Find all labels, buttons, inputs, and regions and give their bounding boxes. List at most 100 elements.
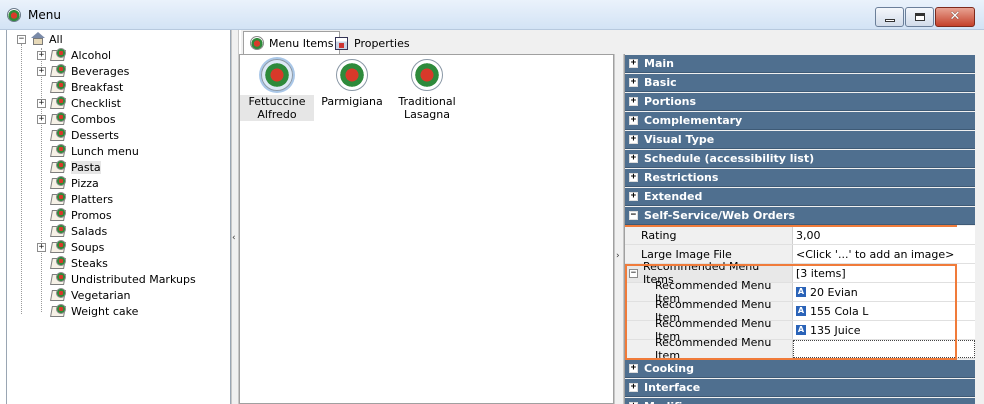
property-grid: + Main + Basic + Portions + Complementary + Visua… [624,54,984,404]
category-row[interactable]: + Basic [625,74,975,92]
property-row-rating[interactable]: Rating 3,00 [625,226,975,245]
tree-item[interactable]: Platters [37,191,113,207]
tree-item[interactable]: + Beverages [37,63,129,79]
tree-root[interactable]: − All [17,31,63,47]
tree-item[interactable]: Weight cake [37,303,138,319]
expand-icon[interactable]: + [629,116,638,125]
expand-icon[interactable]: + [629,383,638,392]
properties-icon [335,37,348,50]
expand-icon[interactable]: + [37,242,46,252]
expand-icon[interactable]: + [629,59,638,68]
menu-item[interactable]: Parmigiana [315,59,389,108]
tree-item[interactable]: + Alcohol [37,47,111,63]
menu-items-panel: Fettuccine Alfredo Parmigiana Traditiona… [239,54,614,404]
tree-item[interactable]: Promos [37,207,112,223]
menu-item-label: Fettuccine Alfredo [240,95,314,121]
tab-strip: Menu Items Properties [241,30,984,54]
expand-icon[interactable]: + [629,364,638,373]
expand-icon[interactable]: + [37,50,46,60]
expand-icon[interactable]: + [37,66,46,76]
category-row[interactable]: + Complementary [625,112,975,130]
tree-item[interactable]: Pasta [37,159,101,175]
tree-item[interactable]: + Soups [37,239,104,255]
menu-item-label: Traditional Lasagna [398,95,456,121]
category-label: Portions [644,95,697,108]
close-button[interactable]: ✕ [935,7,975,27]
category-label: Complementary [644,114,743,127]
highlight-box [625,264,957,360]
dish-icon [411,59,443,91]
tree-item[interactable]: Lunch menu [37,143,139,159]
left-splitter[interactable]: ‹ [231,30,239,404]
minimize-button[interactable] [875,7,904,27]
category-row[interactable]: + Portions [625,93,975,111]
tree-item[interactable]: Undistributed Markups [37,271,196,287]
property-value[interactable]: <Click '...' to add an image> [793,245,975,263]
menu-folder-icon [50,64,68,78]
menu-folder-icon [50,176,68,190]
minimize-icon [885,19,895,22]
collapse-right-icon[interactable]: › [616,251,620,261]
category-row[interactable]: + Schedule (accessibility list) [625,150,975,168]
expand-icon[interactable]: + [37,98,46,108]
highlight-underline [625,225,957,227]
maximize-button[interactable] [905,7,934,27]
category-row[interactable]: + Cooking [625,360,975,378]
expand-icon[interactable]: + [629,97,638,106]
collapse-icon[interactable]: − [629,211,638,220]
right-splitter[interactable]: › [614,54,624,404]
title-bar: Menu ✕ [0,0,984,30]
tree-item-label: Desserts [71,128,120,142]
menu-folder-icon [50,112,68,126]
tree-item[interactable]: Pizza [37,175,99,191]
tab-properties[interactable]: Properties [329,33,416,54]
category-row[interactable]: + Interface [625,379,975,397]
tree-item[interactable]: Salads [37,223,107,239]
tab-menu-items-label: Menu Items [269,36,334,50]
tree-item[interactable]: Breakfast [37,79,123,95]
category-row[interactable]: + Extended [625,188,975,206]
menu-items-icon [250,36,264,50]
category-label: Cooking [644,362,694,375]
category-label: Restrictions [644,171,719,184]
tree-item[interactable]: Steaks [37,255,108,271]
menu-folder-icon [50,80,68,94]
tree-item[interactable]: + Combos [37,111,116,127]
menu-item[interactable]: Fettuccine Alfredo [240,59,314,121]
menu-item[interactable]: Traditional Lasagna [390,59,464,121]
category-row[interactable]: + Visual Type [625,131,975,149]
tree-item-label: Steaks [71,256,108,270]
window-title: Menu [28,8,61,22]
tree-item-label: Undistributed Markups [71,272,196,286]
category-row[interactable]: +Modifiers [625,398,975,404]
tree-item[interactable]: Vegetarian [37,287,131,303]
category-label: Visual Type [644,133,715,146]
menu-folder-icon [50,160,68,174]
tree-item[interactable]: + Checklist [37,95,121,111]
expand-icon[interactable]: + [629,173,638,182]
collapse-left-icon[interactable]: ‹ [232,233,236,243]
category-self-service[interactable]: − Self-Service/Web Orders [625,207,975,225]
category-row[interactable]: + Restrictions [625,169,975,187]
tree-item[interactable]: Desserts [37,127,119,143]
menu-folder-icon [50,256,68,270]
tab-menu-items[interactable]: Menu Items [243,31,341,54]
tab-properties-label: Properties [354,37,410,50]
expand-icon[interactable]: + [629,192,638,201]
expand-icon[interactable]: + [37,114,46,124]
menu-folder-icon [50,48,68,62]
collapse-icon[interactable]: − [17,34,26,44]
menu-folder-icon [50,272,68,286]
property-value[interactable]: 3,00 [793,226,975,244]
category-row[interactable]: + Main [625,55,975,73]
expand-icon[interactable]: + [629,78,638,87]
expand-icon[interactable]: + [629,135,638,144]
menu-folder-icon [50,304,68,318]
expand-icon[interactable]: + [629,154,638,163]
